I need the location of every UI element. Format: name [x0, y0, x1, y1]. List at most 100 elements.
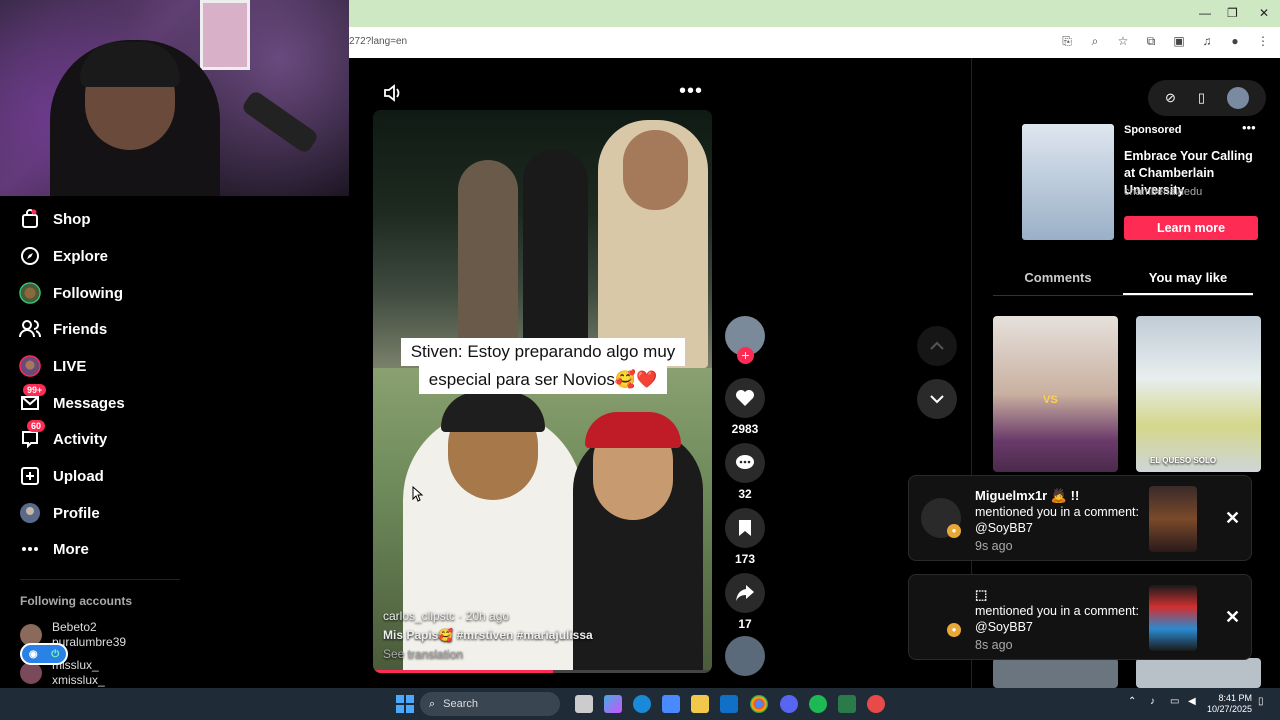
maximize-button[interactable]: ❐: [1227, 6, 1238, 20]
minimize-button[interactable]: —: [1199, 6, 1211, 20]
sidebar-item-shop[interactable]: Shop: [0, 204, 300, 234]
store-icon[interactable]: [662, 695, 680, 713]
chrome-icon[interactable]: [750, 695, 768, 713]
sidebar-item-profile[interactable]: Profile: [0, 498, 300, 528]
address-bar[interactable]: 272?lang=en ⎘ ⌕ ☆ ⧉ ▣ ♫ ● ⋮: [349, 27, 1280, 58]
notification-bell-icon[interactable]: ▯: [1258, 696, 1264, 707]
sidebar-item-activity[interactable]: 60 Activity: [0, 420, 300, 454]
close-window-button[interactable]: ✕: [1259, 6, 1269, 20]
sidebar-item-more[interactable]: More: [0, 534, 300, 564]
xbox-icon[interactable]: [838, 695, 856, 713]
see-translation-link[interactable]: See translation: [383, 645, 593, 664]
like-action[interactable]: 2983: [725, 378, 765, 436]
coin-icon: ●: [947, 524, 961, 538]
browser-profile-icon[interactable]: ●: [1228, 34, 1242, 48]
task-view-icon[interactable]: [575, 695, 593, 713]
network-icon[interactable]: ▭: [1170, 696, 1179, 707]
overlay-widget[interactable]: ◉ ⏻: [20, 643, 68, 665]
notification-message: mentioned you in a comment: @SoyBB7: [975, 604, 1139, 634]
sidebar-item-following[interactable]: Following: [0, 278, 300, 308]
sidebar-item-label: More: [53, 540, 89, 558]
phone-icon[interactable]: ▯: [1198, 90, 1205, 106]
star-bookmark-icon[interactable]: ☆: [1116, 34, 1130, 48]
install-app-icon[interactable]: ⎘: [1060, 34, 1074, 48]
more-options-icon[interactable]: •••: [679, 80, 703, 103]
spotify-icon[interactable]: [809, 695, 827, 713]
discord-icon[interactable]: [780, 695, 798, 713]
next-video-button[interactable]: [917, 379, 957, 419]
windows-start-icon[interactable]: [396, 695, 414, 713]
user-avatar[interactable]: [1226, 87, 1249, 109]
previous-video-button[interactable]: [917, 326, 957, 366]
share-icon[interactable]: [725, 573, 765, 613]
video-frame[interactable]: Stiven: Estoy preparando algo muy especi…: [373, 110, 712, 673]
file-explorer-icon[interactable]: [691, 695, 709, 713]
ad-more-icon[interactable]: •••: [1242, 120, 1256, 135]
close-icon[interactable]: ✕: [1225, 508, 1240, 529]
recommended-video-thumb[interactable]: VS: [993, 316, 1118, 472]
notification-card[interactable]: ● Miguelmx1r 🙇 !! mentioned you in a com…: [908, 475, 1252, 561]
sound-disc-avatar[interactable]: [725, 636, 765, 676]
recommended-video-thumb[interactable]: [1136, 658, 1261, 688]
webcam-overlay: [0, 0, 349, 196]
volume-icon[interactable]: [383, 84, 403, 107]
notification-message: mentioned you in a comment: @SoyBB7: [975, 505, 1139, 535]
app-icon[interactable]: [867, 695, 885, 713]
taskbar-search[interactable]: ⌕ Search: [420, 692, 560, 716]
activity-badge: 60: [27, 420, 46, 432]
zoom-icon[interactable]: ⌕: [1088, 34, 1102, 48]
activity-icon: 60: [19, 420, 46, 450]
recommended-video-thumb[interactable]: [993, 658, 1118, 688]
close-icon[interactable]: ✕: [1225, 607, 1240, 628]
scene-person-3-head: [623, 130, 688, 210]
recommended-video-thumb[interactable]: EL QUESO SOLO: [1136, 316, 1261, 472]
share-action[interactable]: 17: [725, 573, 765, 631]
chevron-up-icon[interactable]: ⌃: [1128, 696, 1136, 707]
compass-icon[interactable]: ⊘: [1165, 90, 1176, 106]
sidebar-item-friends[interactable]: Friends: [0, 314, 300, 344]
sidebar-item-label: Following: [53, 284, 123, 302]
notification-card[interactable]: ● ⬚ mentioned you in a comment: @SoyBB7 …: [908, 574, 1252, 660]
notification-thumbnail[interactable]: [1149, 585, 1197, 651]
microphone-icon[interactable]: ♪: [1150, 696, 1155, 707]
ad-handle[interactable]: chamberlainedu: [1124, 186, 1202, 198]
sponsored-ad[interactable]: Sponsored ••• Embrace Your Calling at Ch…: [994, 118, 1260, 244]
video-progress-fill: [373, 670, 553, 673]
thumb-overlay-text: EL QUESO SOLO: [1150, 456, 1217, 465]
sidebar-item-messages[interactable]: 99+ Messages: [0, 384, 300, 418]
chevron-up-icon: [930, 341, 944, 350]
notification-thumbnail[interactable]: [1149, 486, 1197, 552]
profile-avatar-icon: [19, 502, 41, 524]
author-time[interactable]: carlos_clipstc · 20h ago: [383, 607, 593, 626]
extensions-icon[interactable]: ⧉: [1144, 34, 1158, 48]
like-count: 2983: [731, 422, 759, 436]
tab-comments[interactable]: Comments: [993, 264, 1123, 295]
media-control-icon[interactable]: ♫: [1200, 34, 1214, 48]
outlook-icon[interactable]: [720, 695, 738, 713]
sidebar-item-explore[interactable]: Explore: [0, 241, 300, 271]
sidebar-item-upload[interactable]: Upload: [0, 461, 300, 491]
tab-search-icon[interactable]: ▣: [1172, 34, 1186, 48]
edge-icon[interactable]: [633, 695, 651, 713]
left-sidebar: Shop Explore Following Friends LIVE 99+ …: [0, 196, 349, 688]
tab-you-may-like[interactable]: You may like: [1123, 264, 1253, 295]
comment-action[interactable]: 32: [725, 443, 765, 501]
copilot-icon[interactable]: [604, 695, 622, 713]
learn-more-button[interactable]: Learn more: [1124, 216, 1258, 240]
save-action[interactable]: 173: [725, 508, 765, 566]
comment-icon[interactable]: [725, 443, 765, 483]
clock-time: 8:41 PM: [1218, 693, 1252, 703]
caption-line-2: especial para ser Novios🥰❤️: [418, 366, 668, 394]
taskbar-clock[interactable]: 8:41 PM 10/27/2025: [1206, 693, 1252, 715]
heart-icon[interactable]: [725, 378, 765, 418]
url-text[interactable]: 272?lang=en: [349, 36, 407, 47]
sidebar-item-label: Explore: [53, 247, 109, 265]
bookmark-icon[interactable]: [725, 508, 765, 548]
browser-menu-icon[interactable]: ⋮: [1256, 34, 1270, 48]
sidebar-item-live[interactable]: LIVE: [0, 351, 300, 381]
account-handle: xmisslux_: [52, 673, 105, 687]
follow-plus-button[interactable]: +: [737, 347, 754, 364]
volume-icon[interactable]: ◀: [1188, 696, 1196, 707]
ad-thumbnail[interactable]: [1022, 124, 1114, 240]
video-progress-bar[interactable]: [373, 670, 712, 673]
